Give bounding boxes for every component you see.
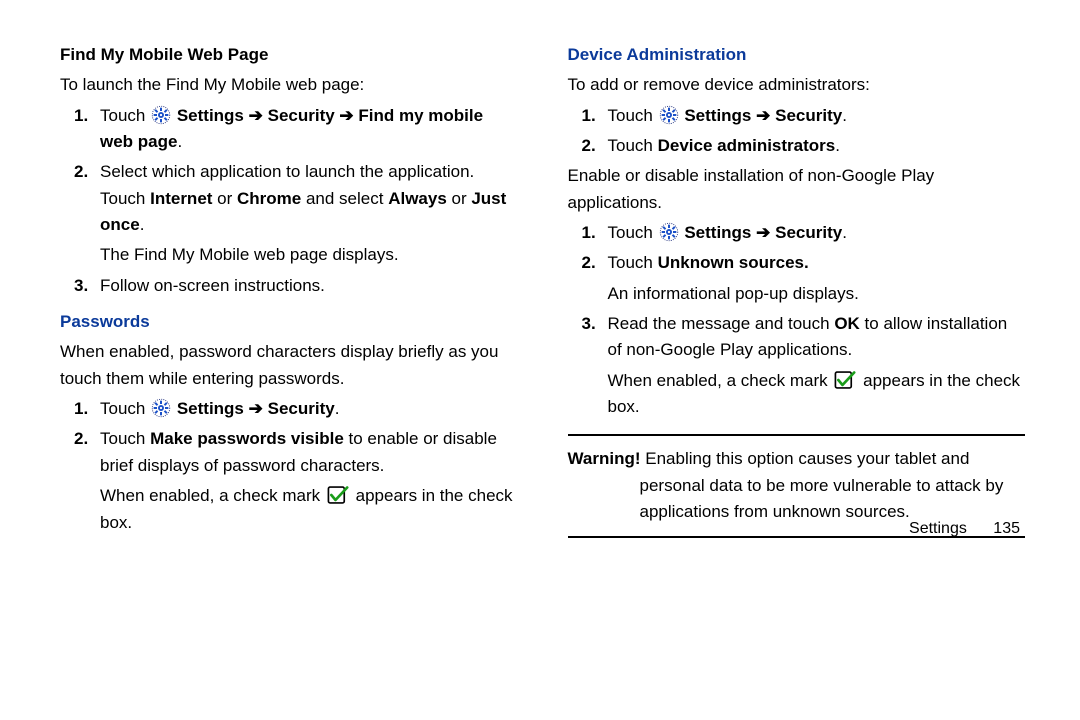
checkmark-icon: [834, 370, 856, 390]
fmm-step-1: 1. Touch Settings ➔ Security ➔ Find my m…: [60, 103, 518, 156]
passwords-heading: Passwords: [60, 309, 518, 335]
left-column: Find My Mobile Web Page To launch the Fi…: [60, 42, 518, 540]
settings-gear-icon: [659, 105, 679, 125]
passwords-steps: 1. Touch Settings ➔ Security. 2. Touch M…: [60, 396, 518, 479]
settings-gear-icon: [151, 105, 171, 125]
da-step-1: 1. Touch Settings ➔ Security.: [568, 103, 1026, 129]
us-step-1: 1. Touch Settings ➔ Security.: [568, 220, 1026, 246]
us-step-3: 3. Read the message and touch OK to allo…: [568, 311, 1026, 364]
fmm-heading: Find My Mobile Web Page: [60, 42, 518, 68]
device-admin-intro: To add or remove device administrators:: [568, 72, 1026, 98]
checkmark-icon: [327, 485, 349, 505]
unknown-sources-steps-cont: 3. Read the message and touch OK to allo…: [568, 311, 1026, 364]
us-step-2: 2. Touch Unknown sources.: [568, 250, 1026, 276]
settings-gear-icon: [151, 398, 171, 418]
unknown-sources-intro: Enable or disable installation of non-Go…: [568, 163, 1026, 216]
right-column: Device Administration To add or remove d…: [568, 42, 1026, 540]
device-admin-steps: 1. Touch Settings ➔ Security. 2. Touch D…: [568, 103, 1026, 160]
us-step-3-followup: When enabled, a check mark appears in th…: [568, 368, 1026, 421]
fmm-step-2-followup: The Find My Mobile web page displays.: [60, 242, 518, 268]
fmm-step-2: 2. Select which application to launch th…: [60, 159, 518, 238]
device-admin-heading: Device Administration: [568, 42, 1026, 68]
da-step-2: 2. Touch Device administrators.: [568, 133, 1026, 159]
warning-text: Warning! Enabling this option causes you…: [568, 446, 1026, 525]
fmm-intro: To launch the Find My Mobile web page:: [60, 72, 518, 98]
us-step-2-followup: An informational pop-up displays.: [568, 281, 1026, 307]
fmm-steps-cont: 3. Follow on-screen instructions.: [60, 273, 518, 299]
footer-section: Settings: [909, 520, 967, 537]
footer-page-number: 135: [993, 520, 1020, 537]
passwords-intro: When enabled, password characters displa…: [60, 339, 518, 392]
manual-page: Find My Mobile Web Page To launch the Fi…: [0, 0, 1080, 570]
pw-step-2: 2. Touch Make passwords visible to enabl…: [60, 426, 518, 479]
pw-step-2-followup: When enabled, a check mark appears in th…: [60, 483, 518, 536]
unknown-sources-steps: 1. Touch Settings ➔ Security. 2. Touch U…: [568, 220, 1026, 277]
fmm-step-3: 3. Follow on-screen instructions.: [60, 273, 518, 299]
pw-step-1: 1. Touch Settings ➔ Security.: [60, 396, 518, 422]
page-footer: Settings 135: [909, 517, 1020, 542]
fmm-steps: 1. Touch Settings ➔ Security ➔ Find my m…: [60, 103, 518, 239]
settings-gear-icon: [659, 222, 679, 242]
